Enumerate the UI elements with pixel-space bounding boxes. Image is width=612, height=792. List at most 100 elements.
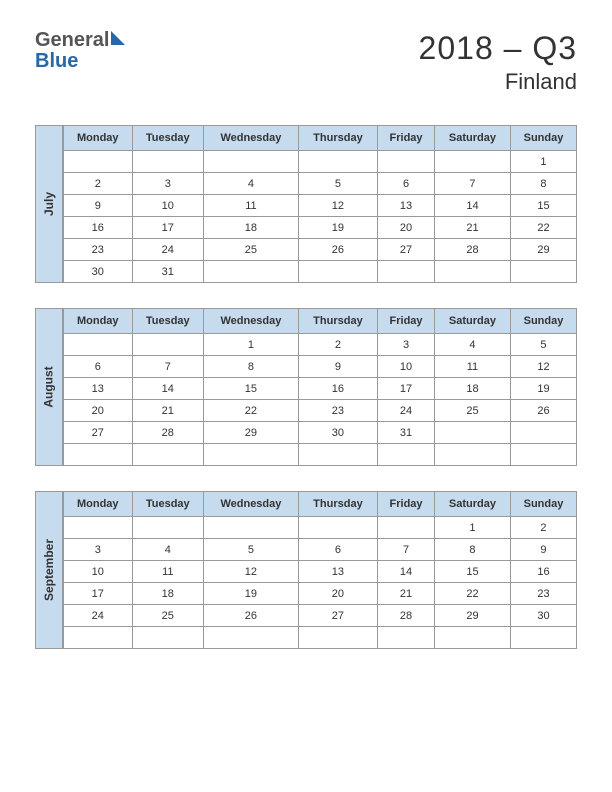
- week-row: 9101112131415: [64, 195, 577, 217]
- day-cell: 19: [204, 583, 299, 605]
- day-cell: 21: [378, 583, 435, 605]
- day-cell: [510, 261, 576, 283]
- day-header: Friday: [378, 309, 435, 334]
- week-row: 1: [64, 151, 577, 173]
- day-cell: 22: [204, 400, 299, 422]
- day-cell: 25: [132, 605, 204, 627]
- day-cell: 29: [204, 422, 299, 444]
- title-block: 2018 – Q3 Finland: [419, 30, 577, 95]
- day-cell: [132, 151, 204, 173]
- day-cell: [298, 261, 377, 283]
- day-cell: 24: [378, 400, 435, 422]
- day-cell: 16: [510, 561, 576, 583]
- day-cell: 16: [64, 217, 133, 239]
- day-cell: 10: [378, 356, 435, 378]
- day-cell: [378, 261, 435, 283]
- day-header: Thursday: [298, 309, 377, 334]
- day-cell: 21: [132, 400, 204, 422]
- day-header: Monday: [64, 126, 133, 151]
- week-row: 12: [64, 517, 577, 539]
- day-cell: 31: [132, 261, 204, 283]
- day-cell: [378, 444, 435, 466]
- week-row: 24252627282930: [64, 605, 577, 627]
- day-cell: 31: [378, 422, 435, 444]
- day-cell: [434, 444, 510, 466]
- day-cell: 18: [204, 217, 299, 239]
- day-cell: 14: [378, 561, 435, 583]
- day-cell: 28: [434, 239, 510, 261]
- day-cell: 30: [64, 261, 133, 283]
- logo-triangle-icon: [111, 31, 125, 45]
- day-cell: 26: [204, 605, 299, 627]
- day-cell: 5: [204, 539, 299, 561]
- day-cell: [64, 151, 133, 173]
- day-cell: [298, 151, 377, 173]
- month-name: August: [42, 366, 56, 407]
- calendar-container: JulyMondayTuesdayWednesdayThursdayFriday…: [35, 125, 577, 649]
- day-cell: 13: [378, 195, 435, 217]
- day-cell: 27: [378, 239, 435, 261]
- month-name: July: [42, 192, 56, 216]
- day-cell: [132, 517, 204, 539]
- day-cell: 29: [434, 605, 510, 627]
- day-cell: 9: [510, 539, 576, 561]
- day-cell: 23: [510, 583, 576, 605]
- day-cell: [378, 627, 435, 649]
- day-header: Monday: [64, 492, 133, 517]
- day-cell: 6: [298, 539, 377, 561]
- day-cell: 22: [510, 217, 576, 239]
- day-cell: 28: [378, 605, 435, 627]
- day-cell: 1: [204, 334, 299, 356]
- day-cell: 21: [434, 217, 510, 239]
- day-cell: 13: [298, 561, 377, 583]
- week-row: 2345678: [64, 173, 577, 195]
- day-header: Monday: [64, 309, 133, 334]
- month-label: September: [35, 491, 63, 649]
- day-cell: 15: [204, 378, 299, 400]
- week-row: [64, 627, 577, 649]
- day-cell: [64, 517, 133, 539]
- header: General Blue 2018 – Q3 Finland: [35, 30, 577, 95]
- day-header: Tuesday: [132, 309, 204, 334]
- day-cell: 24: [132, 239, 204, 261]
- day-cell: 4: [204, 173, 299, 195]
- day-cell: [64, 334, 133, 356]
- day-cell: 28: [132, 422, 204, 444]
- day-header: Wednesday: [204, 309, 299, 334]
- day-cell: [378, 151, 435, 173]
- day-cell: 20: [298, 583, 377, 605]
- day-header: Saturday: [434, 492, 510, 517]
- week-row: 3031: [64, 261, 577, 283]
- day-cell: 13: [64, 378, 133, 400]
- day-cell: [510, 422, 576, 444]
- day-cell: 23: [298, 400, 377, 422]
- day-header: Tuesday: [132, 126, 204, 151]
- day-header: Saturday: [434, 126, 510, 151]
- day-cell: 12: [204, 561, 299, 583]
- day-cell: 8: [204, 356, 299, 378]
- day-cell: 16: [298, 378, 377, 400]
- day-header: Tuesday: [132, 492, 204, 517]
- day-cell: [64, 444, 133, 466]
- day-cell: 27: [298, 605, 377, 627]
- day-cell: [434, 151, 510, 173]
- logo-text-general: General: [35, 29, 109, 51]
- day-cell: 12: [298, 195, 377, 217]
- day-cell: [204, 517, 299, 539]
- month-block-september: SeptemberMondayTuesdayWednesdayThursdayF…: [35, 491, 577, 649]
- day-cell: 2: [510, 517, 576, 539]
- day-cell: 10: [64, 561, 133, 583]
- day-cell: 25: [204, 239, 299, 261]
- logo: General Blue: [35, 30, 125, 72]
- day-cell: [378, 517, 435, 539]
- day-cell: 29: [510, 239, 576, 261]
- month-block-july: JulyMondayTuesdayWednesdayThursdayFriday…: [35, 125, 577, 283]
- day-cell: 14: [434, 195, 510, 217]
- day-cell: 23: [64, 239, 133, 261]
- day-header: Thursday: [298, 492, 377, 517]
- week-row: 12345: [64, 334, 577, 356]
- day-cell: 8: [434, 539, 510, 561]
- day-header: Wednesday: [204, 492, 299, 517]
- day-cell: 22: [434, 583, 510, 605]
- day-cell: 17: [64, 583, 133, 605]
